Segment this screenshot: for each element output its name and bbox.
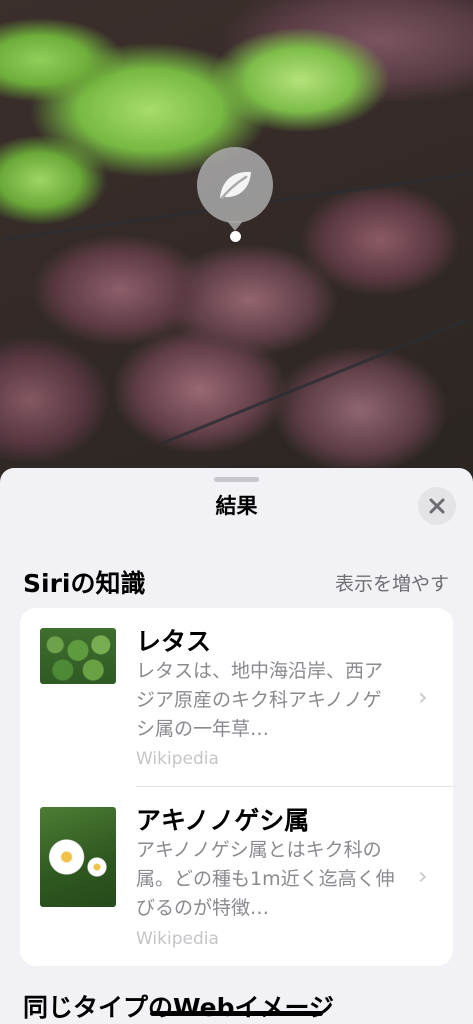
result-item-lettuce[interactable]: レタス レタスは、地中海沿岸、西アジア原産のキク科アキノノゲシ属の一年草… Wi… bbox=[20, 608, 453, 787]
close-button[interactable] bbox=[418, 487, 456, 525]
tray-edge bbox=[161, 318, 469, 445]
lookup-target-dot bbox=[230, 231, 241, 242]
result-source: Wikipedia bbox=[136, 749, 219, 769]
result-title: レタス bbox=[136, 627, 212, 656]
chevron-right-icon: › bbox=[418, 683, 428, 711]
result-description: レタスは、地中海沿岸、西アジア原産のキク科アキノノゲシ属の一年草… bbox=[136, 660, 384, 740]
siri-knowledge-card: レタス レタスは、地中海沿岸、西アジア原産のキク科アキノノゲシ属の一年草… Wi… bbox=[20, 608, 453, 966]
siri-knowledge-header: Siriの知識 bbox=[23, 569, 146, 598]
show-more-link[interactable]: 表示を増やす bbox=[335, 569, 449, 596]
results-sheet: 結果 Siriの知識 表示を増やす レタス レタスは、地中海沿岸、西アジア原産の… bbox=[0, 468, 473, 1024]
sheet-grabber[interactable] bbox=[214, 477, 259, 482]
home-indicator[interactable] bbox=[150, 1011, 323, 1016]
result-description: アキノノゲシ属とはキク科の属。どの種も1m近く迄高く伸びるのが特徴… bbox=[136, 839, 395, 919]
visual-lookup-button[interactable] bbox=[197, 147, 273, 231]
close-icon bbox=[429, 498, 445, 514]
lettuce-thumbnail bbox=[40, 628, 116, 684]
sheet-title: 結果 bbox=[215, 494, 258, 518]
similar-web-images-header: 同じタイプのWebイメージ bbox=[23, 993, 335, 1022]
result-item-lactuca[interactable]: アキノノゲシ属 アキノノゲシ属とはキク科の属。どの種も1m近く迄高く伸びるのが特… bbox=[20, 787, 453, 966]
chevron-right-icon: › bbox=[418, 862, 428, 890]
leaf-icon bbox=[220, 171, 251, 200]
result-source: Wikipedia bbox=[136, 929, 219, 949]
camera-photo bbox=[0, 0, 473, 480]
daisy-thumbnail bbox=[40, 807, 116, 907]
result-title: アキノノゲシ属 bbox=[136, 806, 310, 835]
